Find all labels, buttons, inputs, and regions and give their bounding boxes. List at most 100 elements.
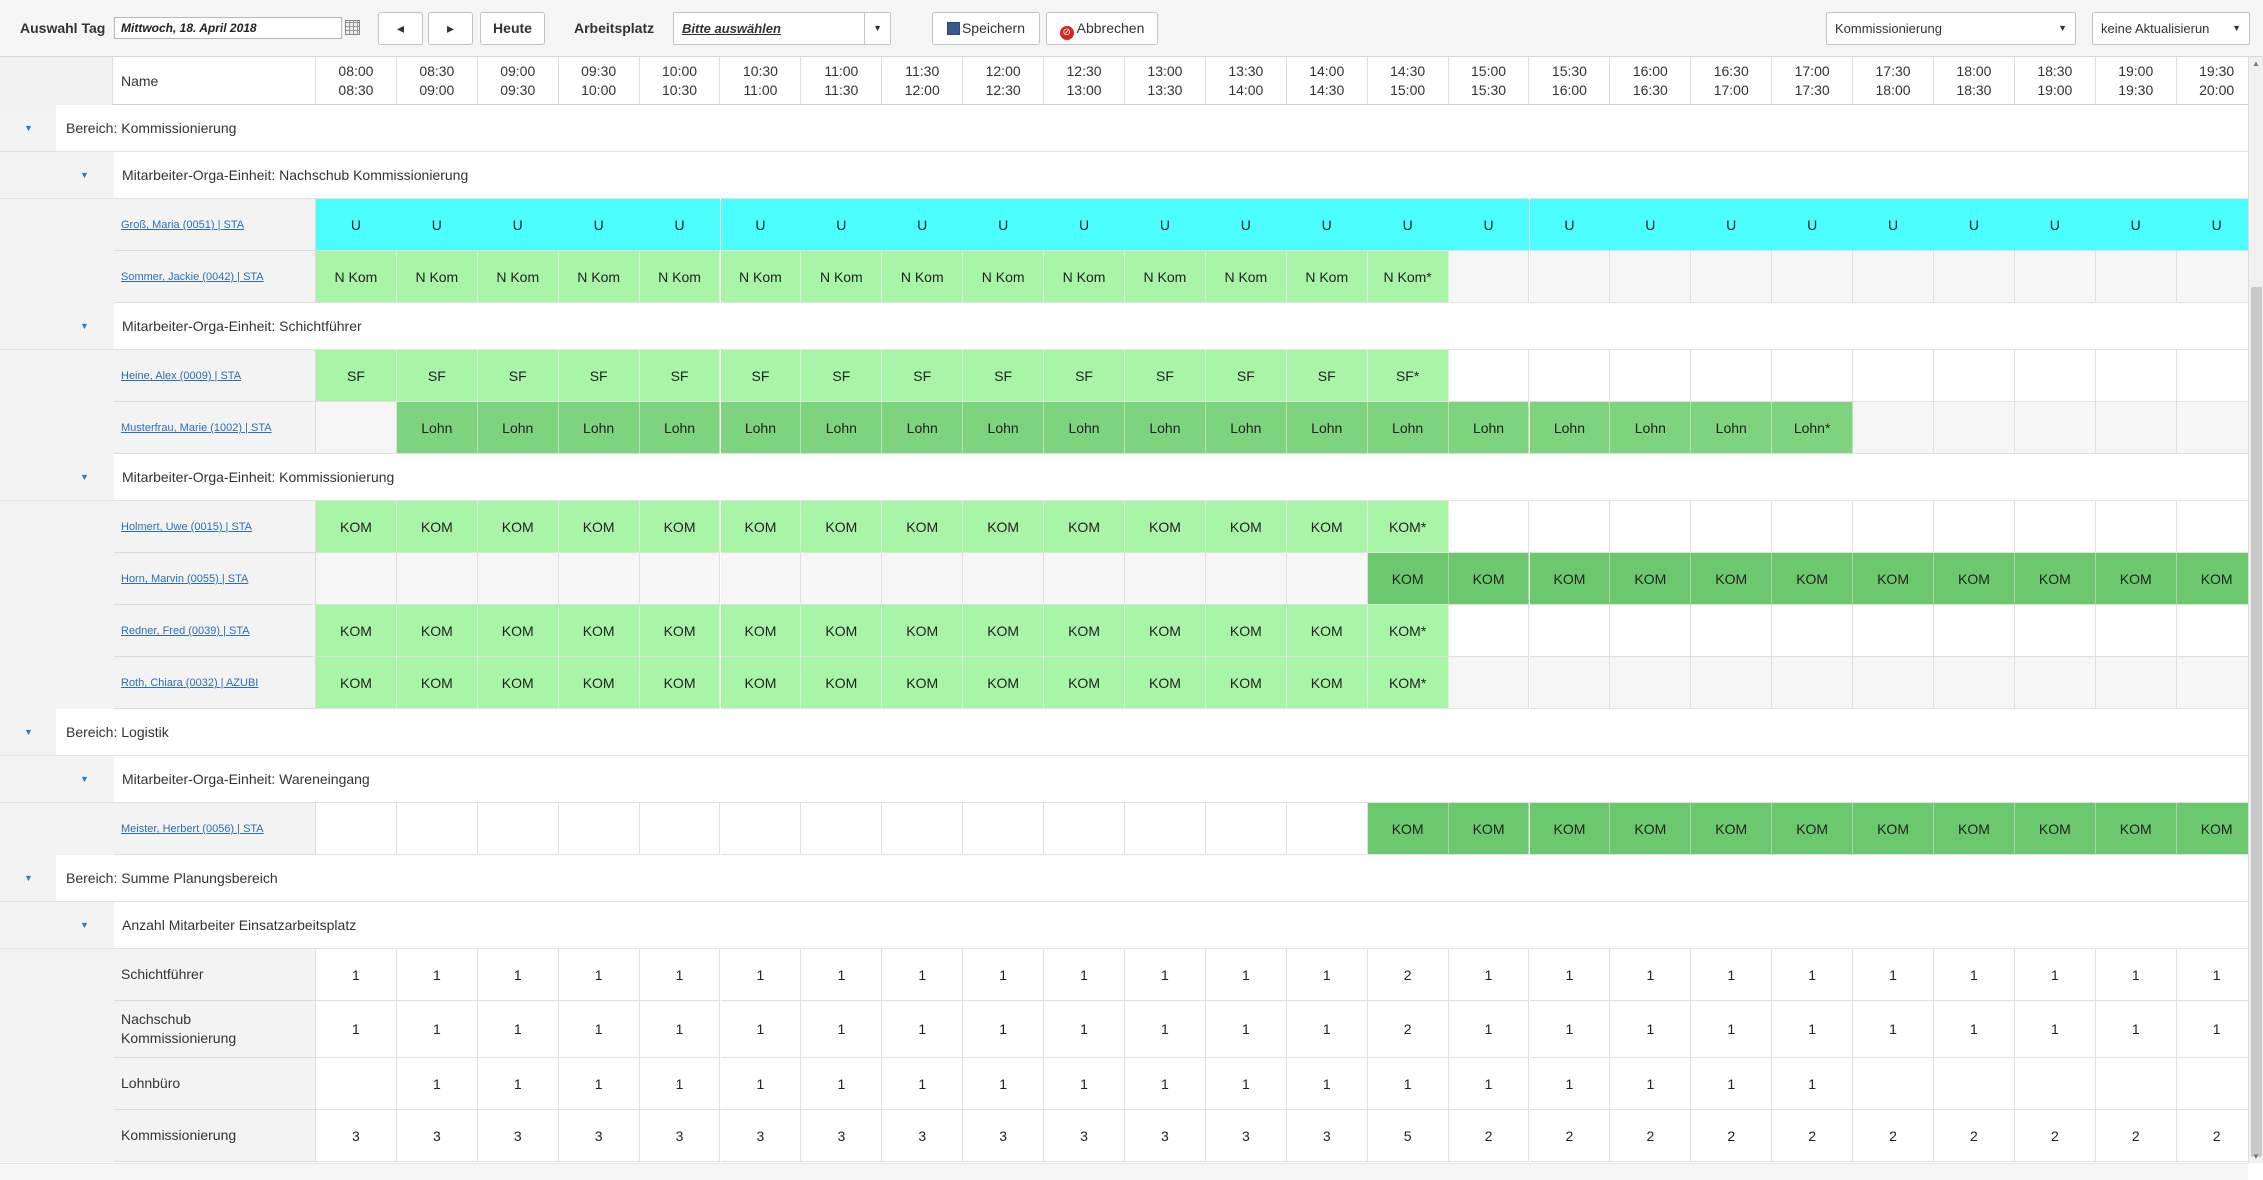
shift-cell[interactable]: [396, 553, 478, 605]
shift-cell[interactable]: Lohn: [1691, 402, 1773, 454]
shift-cell[interactable]: N Kom: [720, 251, 802, 303]
shift-cell[interactable]: KOM: [1367, 553, 1449, 605]
shift-cell[interactable]: U: [2095, 199, 2177, 251]
shift-cell[interactable]: KOM: [1772, 803, 1854, 855]
shift-cell[interactable]: KOM: [1286, 605, 1368, 657]
employee-name-link[interactable]: Groß, Maria (0051) | STA: [114, 199, 316, 251]
shift-cell[interactable]: SF*: [1367, 350, 1449, 402]
shift-cell[interactable]: [316, 803, 397, 855]
shift-cell[interactable]: [1448, 605, 1530, 657]
shift-cell[interactable]: [1853, 350, 1934, 402]
shift-cell[interactable]: U: [1610, 199, 1692, 251]
shift-cell[interactable]: [1286, 553, 1368, 605]
shift-cell[interactable]: KOM: [558, 605, 640, 657]
shift-cell[interactable]: [1205, 553, 1287, 605]
shift-cell[interactable]: [1044, 553, 1125, 605]
shift-cell[interactable]: [1853, 402, 1934, 454]
shift-cell[interactable]: Lohn: [396, 402, 478, 454]
today-button[interactable]: Heute: [480, 12, 545, 45]
shift-cell[interactable]: KOM*: [1367, 501, 1449, 553]
shift-cell[interactable]: KOM: [801, 605, 883, 657]
collapse-toggle-icon[interactable]: ▼: [80, 774, 89, 784]
shift-cell[interactable]: [1610, 251, 1692, 303]
shift-cell[interactable]: [963, 803, 1045, 855]
shift-cell[interactable]: KOM: [1448, 803, 1530, 855]
shift-cell[interactable]: KOM: [720, 605, 802, 657]
shift-cell[interactable]: [2176, 251, 2258, 303]
shift-cell[interactable]: SF: [1044, 350, 1125, 402]
shift-cell[interactable]: [801, 553, 883, 605]
shift-cell[interactable]: KOM: [396, 657, 478, 709]
refresh-select[interactable]: keine Aktualisierun ▼: [2092, 12, 2250, 45]
shift-cell[interactable]: [1529, 605, 1611, 657]
shift-cell[interactable]: KOM: [1205, 657, 1287, 709]
cancel-button[interactable]: ⊘ Abbrechen: [1046, 12, 1158, 45]
shift-cell[interactable]: U: [882, 199, 964, 251]
shift-cell[interactable]: U: [1367, 199, 1449, 251]
shift-cell[interactable]: N Kom: [558, 251, 640, 303]
shift-cell[interactable]: KOM: [1125, 501, 1206, 553]
shift-cell[interactable]: KOM: [1286, 501, 1368, 553]
shift-cell[interactable]: SF: [882, 350, 964, 402]
scroll-up-icon[interactable]: ▲: [2252, 59, 2260, 68]
shift-cell[interactable]: Lohn: [558, 402, 640, 454]
shift-cell[interactable]: KOM: [720, 501, 802, 553]
shift-cell[interactable]: U: [801, 199, 883, 251]
employee-name-link[interactable]: Meister, Herbert (0056) | STA: [114, 803, 316, 855]
shift-cell[interactable]: [1610, 657, 1692, 709]
shift-cell[interactable]: SF: [963, 350, 1045, 402]
shift-cell[interactable]: KOM: [2176, 553, 2258, 605]
shift-cell[interactable]: KOM: [963, 657, 1045, 709]
shift-cell[interactable]: SF: [1125, 350, 1206, 402]
shift-cell[interactable]: [1772, 251, 1854, 303]
shift-cell[interactable]: U: [720, 199, 802, 251]
shift-cell[interactable]: KOM: [396, 605, 478, 657]
shift-cell[interactable]: [1934, 350, 2015, 402]
shift-cell[interactable]: [2176, 501, 2258, 553]
shift-cell[interactable]: Lohn*: [1772, 402, 1854, 454]
shift-cell[interactable]: [558, 553, 640, 605]
shift-cell[interactable]: [963, 553, 1045, 605]
shift-cell[interactable]: [1610, 501, 1692, 553]
shift-cell[interactable]: N Kom: [1125, 251, 1206, 303]
shift-cell[interactable]: KOM: [1853, 803, 1934, 855]
shift-cell[interactable]: [477, 803, 559, 855]
shift-cell[interactable]: N Kom: [963, 251, 1045, 303]
shift-cell[interactable]: [1853, 251, 1934, 303]
shift-cell[interactable]: N Kom: [1205, 251, 1287, 303]
prev-day-button[interactable]: ◂: [378, 12, 423, 45]
shift-cell[interactable]: KOM: [396, 501, 478, 553]
shift-cell[interactable]: [1691, 251, 1773, 303]
calendar-icon[interactable]: [345, 20, 360, 35]
shift-cell[interactable]: [1205, 803, 1287, 855]
shift-cell[interactable]: [2095, 402, 2177, 454]
shift-cell[interactable]: [1529, 251, 1611, 303]
shift-cell[interactable]: U: [1205, 199, 1287, 251]
shift-cell[interactable]: KOM: [639, 501, 721, 553]
shift-cell[interactable]: [1529, 657, 1611, 709]
shift-cell[interactable]: U: [963, 199, 1045, 251]
shift-cell[interactable]: SF: [801, 350, 883, 402]
employee-name-link[interactable]: Redner, Fred (0039) | STA: [114, 605, 316, 657]
shift-cell[interactable]: [316, 553, 397, 605]
shift-cell[interactable]: Lohn: [1529, 402, 1611, 454]
shift-cell[interactable]: [639, 803, 721, 855]
shift-cell[interactable]: [1853, 605, 1934, 657]
shift-cell[interactable]: [2176, 657, 2258, 709]
shift-cell[interactable]: Lohn: [639, 402, 721, 454]
shift-cell[interactable]: [882, 803, 964, 855]
shift-cell[interactable]: [2176, 350, 2258, 402]
shift-cell[interactable]: N Kom: [639, 251, 721, 303]
shift-cell[interactable]: [1610, 350, 1692, 402]
shift-cell[interactable]: SF: [477, 350, 559, 402]
next-day-button[interactable]: ▸: [428, 12, 473, 45]
shift-cell[interactable]: SF: [316, 350, 397, 402]
shift-cell[interactable]: KOM: [2176, 803, 2258, 855]
shift-cell[interactable]: [1853, 501, 1934, 553]
shift-cell[interactable]: [1044, 803, 1125, 855]
shift-cell[interactable]: KOM: [477, 501, 559, 553]
shift-cell[interactable]: [2095, 657, 2177, 709]
vertical-scrollbar[interactable]: ▲ ▼: [2248, 57, 2263, 1163]
shift-cell[interactable]: U: [639, 199, 721, 251]
shift-cell[interactable]: [2014, 657, 2096, 709]
